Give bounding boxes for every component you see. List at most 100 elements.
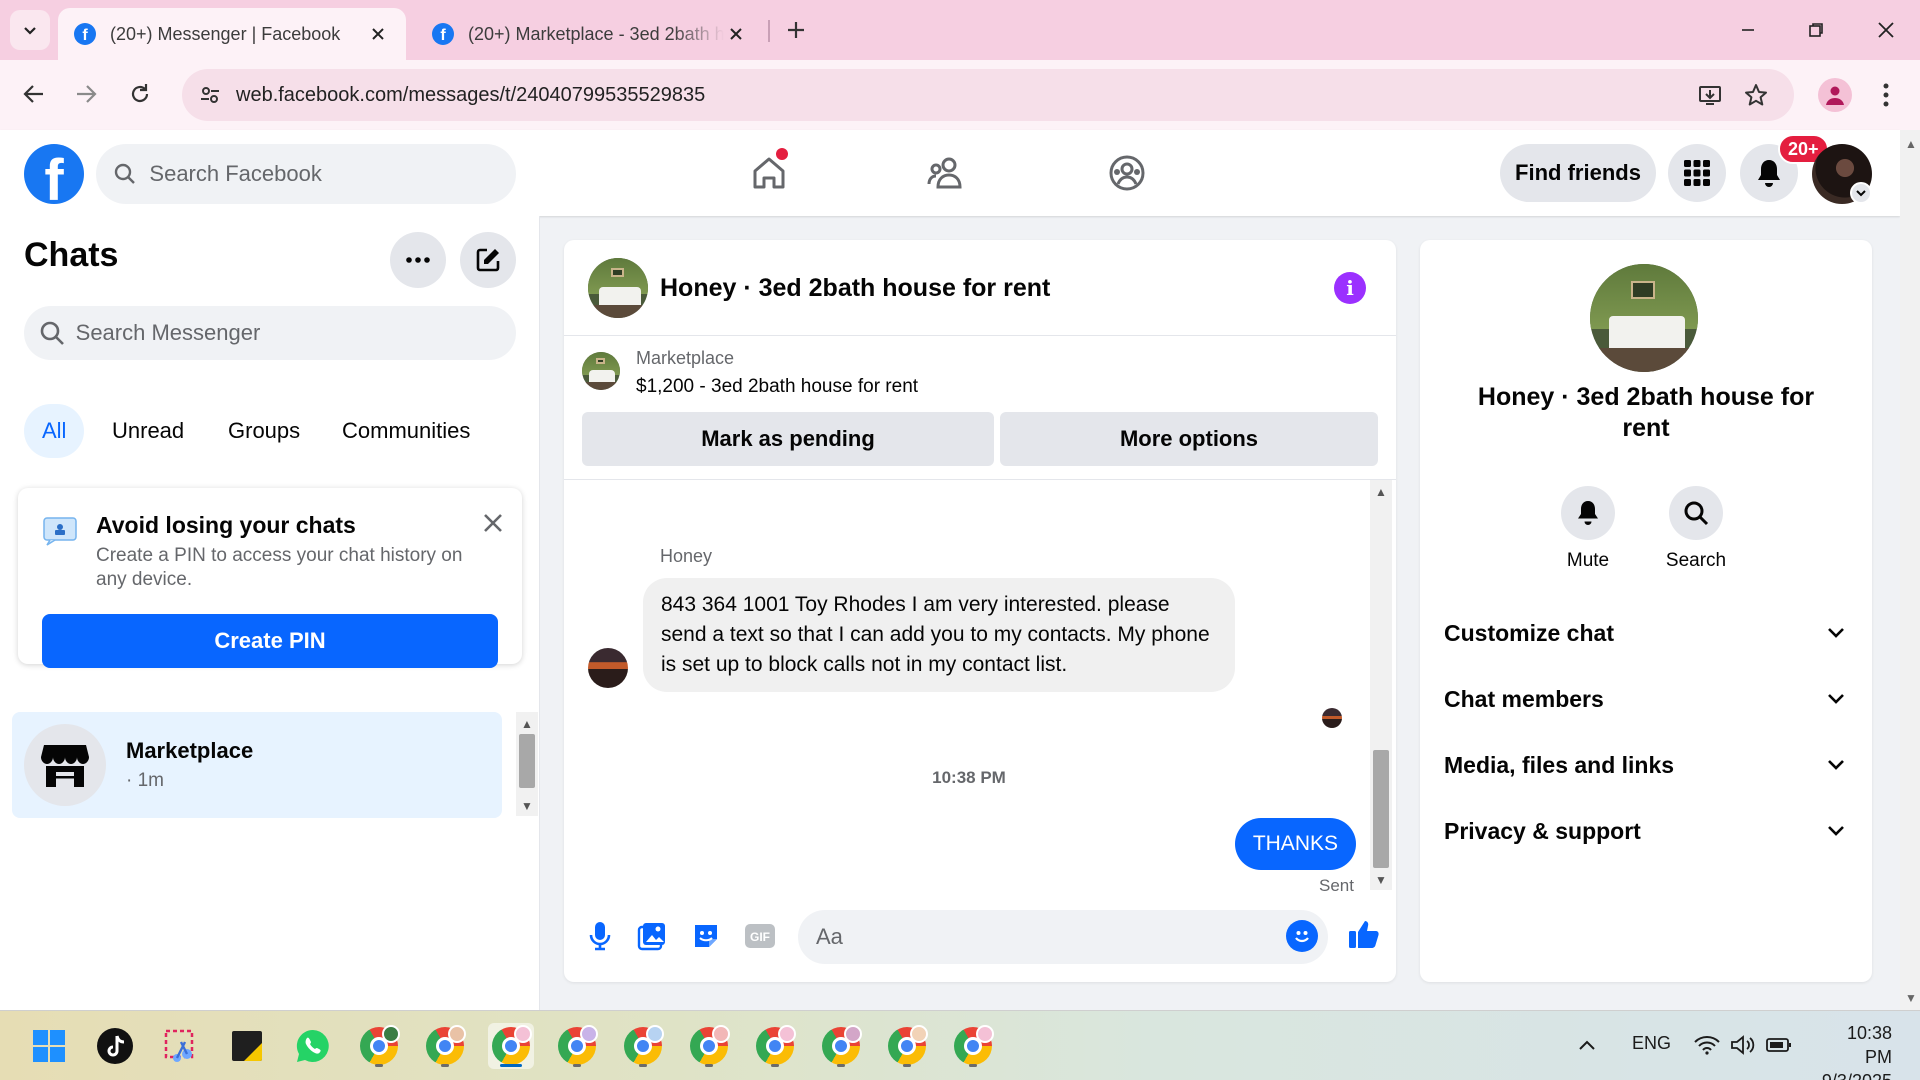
chrome-profile-10[interactable] bbox=[950, 1023, 996, 1069]
chat-options-button[interactable] bbox=[390, 232, 446, 288]
microphone-icon[interactable] bbox=[582, 918, 618, 954]
listing-thumbnail[interactable] bbox=[582, 352, 620, 390]
new-tab-button[interactable] bbox=[780, 14, 812, 46]
conversation-avatar[interactable] bbox=[588, 258, 648, 318]
gif-icon[interactable]: GIF bbox=[742, 918, 778, 954]
find-friends-button[interactable]: Find friends bbox=[1500, 144, 1656, 202]
scroll-down-icon[interactable]: ▼ bbox=[521, 800, 533, 812]
scroll-up-icon[interactable]: ▲ bbox=[1375, 486, 1387, 498]
mark-as-pending-button[interactable]: Mark as pending bbox=[582, 412, 994, 466]
menu-button[interactable] bbox=[1668, 144, 1726, 202]
message-composer[interactable] bbox=[798, 910, 1328, 964]
close-window-button[interactable] bbox=[1866, 12, 1906, 48]
battery-icon[interactable] bbox=[1762, 1025, 1796, 1065]
bookmark-star-icon[interactable] bbox=[1742, 81, 1770, 109]
chrome-profile-6[interactable] bbox=[686, 1023, 732, 1069]
thumbs-up-icon[interactable] bbox=[1344, 914, 1384, 954]
mute-action[interactable]: Mute bbox=[1538, 486, 1638, 572]
scrollbar-thumb[interactable] bbox=[519, 734, 535, 788]
filter-unread[interactable]: Unread bbox=[94, 404, 202, 458]
input-language[interactable]: ENG bbox=[1632, 1033, 1671, 1054]
search-icon[interactable] bbox=[1669, 486, 1723, 540]
install-app-icon[interactable] bbox=[1696, 81, 1724, 109]
url-text[interactable]: web.facebook.com/messages/t/240407995355… bbox=[236, 84, 705, 107]
filter-communities[interactable]: Communities bbox=[324, 404, 488, 458]
chrome-profile-active[interactable] bbox=[488, 1023, 534, 1069]
snipping-tool-app[interactable] bbox=[158, 1023, 204, 1069]
wifi-icon[interactable] bbox=[1690, 1025, 1724, 1065]
chrome-profile-8[interactable] bbox=[818, 1023, 864, 1069]
volume-icon[interactable] bbox=[1726, 1025, 1760, 1065]
chat-members-section[interactable]: Chat members bbox=[1444, 674, 1848, 724]
messenger-search[interactable] bbox=[24, 306, 516, 360]
emoji-icon[interactable] bbox=[1286, 920, 1318, 952]
message-input[interactable] bbox=[816, 924, 1274, 950]
create-pin-button[interactable]: Create PIN bbox=[42, 614, 498, 668]
chat-list-item[interactable]: Marketplace · 1m bbox=[12, 712, 502, 818]
privacy-support-section[interactable]: Privacy & support bbox=[1444, 806, 1848, 856]
tiktok-app[interactable] bbox=[92, 1023, 138, 1069]
sender-avatar[interactable] bbox=[588, 648, 628, 688]
browser-tab-marketplace[interactable]: f (20+) Marketplace - 3ed 2bath house fo… bbox=[416, 8, 764, 60]
chat-list-scrollbar[interactable]: ▲ ▼ bbox=[516, 712, 538, 816]
tab-search-button[interactable] bbox=[10, 10, 50, 50]
listing-title[interactable]: $1,200 - 3ed 2bath house for rent bbox=[636, 376, 918, 398]
address-bar[interactable]: web.facebook.com/messages/t/240407995355… bbox=[182, 69, 1794, 121]
new-message-button[interactable] bbox=[460, 232, 516, 288]
facebook-logo-icon[interactable]: f bbox=[24, 144, 84, 204]
start-button[interactable] bbox=[26, 1023, 72, 1069]
chrome-profile-7[interactable] bbox=[752, 1023, 798, 1069]
system-clock[interactable]: 10:38 PM 9/3/2025 bbox=[1816, 1021, 1892, 1080]
site-info-icon[interactable] bbox=[196, 81, 224, 109]
more-options-button[interactable]: More options bbox=[1000, 412, 1378, 466]
conversation-title[interactable]: Honey · 3ed 2bath house for rent bbox=[660, 274, 1050, 303]
nav-home[interactable] bbox=[714, 140, 824, 206]
groups-icon bbox=[1109, 155, 1145, 191]
section-label: Chat members bbox=[1444, 685, 1604, 712]
browser-tab-messenger[interactable]: f (20+) Messenger | Facebook bbox=[58, 8, 406, 60]
facebook-search-input[interactable] bbox=[149, 161, 516, 187]
sticky-notes-app[interactable] bbox=[224, 1023, 270, 1069]
bell-icon[interactable] bbox=[1561, 486, 1615, 540]
thread-scrollbar[interactable]: ▲ ▼ bbox=[1370, 480, 1392, 890]
close-icon[interactable] bbox=[478, 508, 508, 538]
photo-icon[interactable] bbox=[634, 918, 670, 954]
messenger-search-input[interactable] bbox=[75, 320, 516, 346]
restore-window-button[interactable] bbox=[1796, 12, 1836, 48]
scroll-down-icon[interactable]: ▼ bbox=[1375, 874, 1387, 886]
show-hidden-icons[interactable] bbox=[1570, 1025, 1604, 1065]
back-button[interactable] bbox=[14, 74, 54, 114]
conversation-info-icon[interactable]: i bbox=[1334, 272, 1366, 304]
customize-chat-section[interactable]: Customize chat bbox=[1444, 608, 1848, 658]
whatsapp-app[interactable] bbox=[290, 1023, 336, 1069]
outgoing-message[interactable]: THANKS bbox=[1234, 818, 1356, 870]
nav-groups[interactable] bbox=[1072, 140, 1182, 206]
scrollbar-thumb[interactable] bbox=[1373, 750, 1389, 868]
search-action[interactable]: Search bbox=[1646, 486, 1746, 572]
filter-all[interactable]: All bbox=[24, 404, 85, 458]
chrome-profile-5[interactable] bbox=[620, 1023, 666, 1069]
browser-profile-button[interactable] bbox=[1818, 78, 1852, 112]
filter-groups[interactable]: Groups bbox=[210, 404, 318, 458]
account-chevron-down-icon[interactable] bbox=[1850, 182, 1872, 204]
media-files-links-section[interactable]: Media, files and links bbox=[1444, 740, 1848, 790]
scroll-up-icon[interactable]: ▲ bbox=[1905, 138, 1917, 150]
scroll-down-icon[interactable]: ▼ bbox=[1905, 992, 1917, 1004]
browser-menu-button[interactable] bbox=[1872, 78, 1900, 112]
incoming-message[interactable]: 843 364 1001 Toy Rhodes I am very intere… bbox=[643, 578, 1235, 692]
info-avatar[interactable] bbox=[1590, 264, 1698, 372]
minimize-window-button[interactable] bbox=[1728, 12, 1768, 48]
nav-friends[interactable] bbox=[892, 140, 1002, 206]
chrome-profile-1[interactable] bbox=[356, 1023, 402, 1069]
chrome-profile-9[interactable] bbox=[884, 1023, 930, 1069]
chrome-profile-4[interactable] bbox=[554, 1023, 600, 1069]
close-tab-icon[interactable] bbox=[366, 22, 390, 46]
sticker-icon[interactable] bbox=[688, 918, 724, 954]
reload-button[interactable] bbox=[120, 74, 160, 114]
scroll-up-icon[interactable]: ▲ bbox=[521, 718, 533, 730]
page-scrollbar[interactable]: ▲ ▼ bbox=[1900, 130, 1920, 1010]
facebook-search[interactable] bbox=[96, 144, 516, 204]
forward-button[interactable] bbox=[66, 74, 106, 114]
chrome-profile-2[interactable] bbox=[422, 1023, 468, 1069]
close-tab-icon[interactable] bbox=[724, 22, 748, 46]
